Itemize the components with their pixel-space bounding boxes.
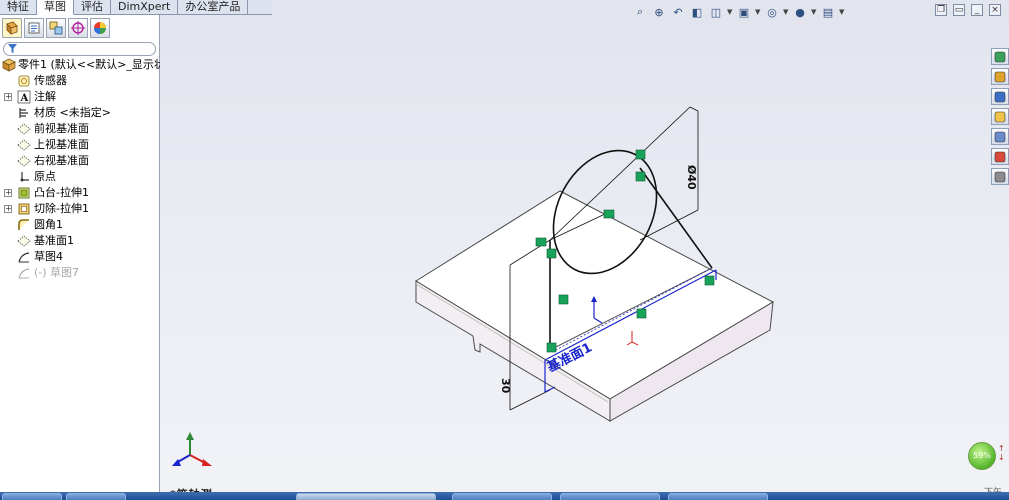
tree-item-label: 原点 — [34, 170, 56, 183]
dimxpert-manager-tab[interactable] — [68, 18, 88, 38]
tree-item[interactable]: 右视基准面 — [0, 153, 159, 169]
command-manager-tabs: 特征 草图 评估 DimXpert 办公室产品 — [0, 0, 272, 15]
sensor-icon — [18, 75, 30, 87]
part-icon — [2, 58, 16, 72]
display-manager-icon — [94, 22, 106, 34]
material-icon — [19, 108, 28, 118]
tree-root-label: 零件1 (默认<<默认>_显示状态 — [18, 58, 176, 71]
reference-triad — [172, 432, 212, 466]
tree-item-label: 上视基准面 — [34, 138, 89, 151]
tree-root-part[interactable]: 零件1 (默认<<默认>_显示状态 — [0, 57, 176, 73]
manager-tab-bar — [0, 18, 110, 40]
tree-filter-input[interactable] — [3, 42, 156, 56]
taskbar-button-5[interactable] — [668, 493, 768, 500]
tree-item[interactable]: 基准面1 — [0, 233, 159, 249]
command-tab-0[interactable]: 特征 — [0, 0, 37, 15]
plane-icon — [17, 123, 31, 135]
tree-item[interactable]: 前视基准面 — [0, 121, 159, 137]
tree-item-label: 注解 — [34, 90, 56, 103]
display-manager-tab[interactable] — [90, 18, 110, 38]
taskbar-button-3[interactable] — [452, 493, 552, 500]
expand-toggle[interactable]: + — [4, 93, 12, 101]
tree-item-label: (-) 草图7 — [34, 266, 80, 279]
tree-item[interactable]: 圆角1 — [0, 217, 159, 233]
plane-icon — [17, 155, 31, 167]
windows-taskbar — [0, 492, 1009, 500]
taskbar-button-2[interactable] — [66, 493, 126, 500]
network-speed-icon: ↑ ↓ — [998, 444, 1005, 462]
svg-text:A: A — [20, 93, 29, 104]
taskbar-button-solidworks[interactable] — [296, 493, 436, 500]
extrude-cut-icon — [18, 203, 30, 215]
configuration-manager-tab[interactable] — [46, 18, 66, 38]
tree-item-label: 材质 <未指定> — [34, 106, 111, 119]
tree-item-label: 切除-拉伸1 — [34, 202, 89, 215]
tree-item-label: 基准面1 — [34, 234, 74, 247]
ellipse-dimension-text[interactable]: Ø40 — [685, 165, 698, 190]
tree-item-label: 右视基准面 — [34, 154, 89, 167]
sketch-icon — [18, 268, 30, 279]
tree-item[interactable]: + 凸台-拉伸1 — [0, 185, 159, 201]
tree-item[interactable]: 传感器 — [0, 73, 159, 89]
taskbar-button-4[interactable] — [560, 493, 660, 500]
height-dimension-text[interactable]: 30 — [499, 378, 512, 394]
block-top-face — [415, 190, 775, 400]
command-tab-1[interactable]: 草图 — [37, 0, 74, 15]
tree-item[interactable]: (-) 草图7 — [0, 265, 159, 281]
tree-item-label: 草图4 — [34, 250, 63, 263]
property-manager-icon — [28, 22, 40, 34]
sketch-icon — [18, 252, 30, 263]
command-tab-4[interactable]: 办公室产品 — [178, 0, 249, 15]
taskbar-button-1[interactable] — [2, 493, 62, 500]
tree-item[interactable]: 材质 <未指定> — [0, 105, 159, 121]
command-tab-3[interactable]: DimXpert — [111, 0, 179, 15]
tree-item-label: 凸台-拉伸1 — [34, 186, 89, 199]
tree-item-label: 前视基准面 — [34, 122, 89, 135]
tree-item-label: 圆角1 — [34, 218, 63, 231]
expand-toggle[interactable]: + — [4, 205, 12, 213]
filter-icon — [8, 44, 17, 54]
extrude-boss-icon — [18, 187, 30, 199]
plane-icon — [17, 235, 31, 247]
model-viewport[interactable]: Ø40 30 基准面1 — [160, 0, 1009, 492]
tree-item[interactable]: 上视基准面 — [0, 137, 159, 153]
feature-manager-icon — [6, 21, 18, 35]
expand-toggle[interactable]: + — [4, 189, 12, 197]
feature-manager-tab[interactable] — [2, 18, 22, 38]
tree-item[interactable]: + A 注解 — [0, 89, 159, 105]
performance-gauge: 59% — [968, 442, 996, 470]
plane-icon — [17, 139, 31, 151]
tree-item-label: 传感器 — [34, 74, 67, 87]
tree-item[interactable]: 草图4 — [0, 249, 159, 265]
property-manager-tab[interactable] — [24, 18, 44, 38]
tree-item[interactable]: 原点 — [0, 169, 159, 185]
feature-manager-panel: 特征 草图 评估 DimXpert 办公室产品 零件1 (默认<<默认>_显示状态 传感… — [0, 0, 272, 500]
origin-icon — [20, 172, 29, 182]
configuration-manager-icon — [49, 21, 63, 35]
dimxpert-manager-icon — [71, 21, 85, 35]
feature-tree: 零件1 (默认<<默认>_显示状态 传感器 + A 注解材质 <未指定> 前视基准面上视… — [0, 57, 176, 281]
tree-item[interactable]: + 切除-拉伸1 — [0, 201, 159, 217]
fillet-icon — [18, 219, 29, 230]
annotation-icon: A — [17, 90, 31, 104]
command-tab-2[interactable]: 评估 — [74, 0, 111, 15]
